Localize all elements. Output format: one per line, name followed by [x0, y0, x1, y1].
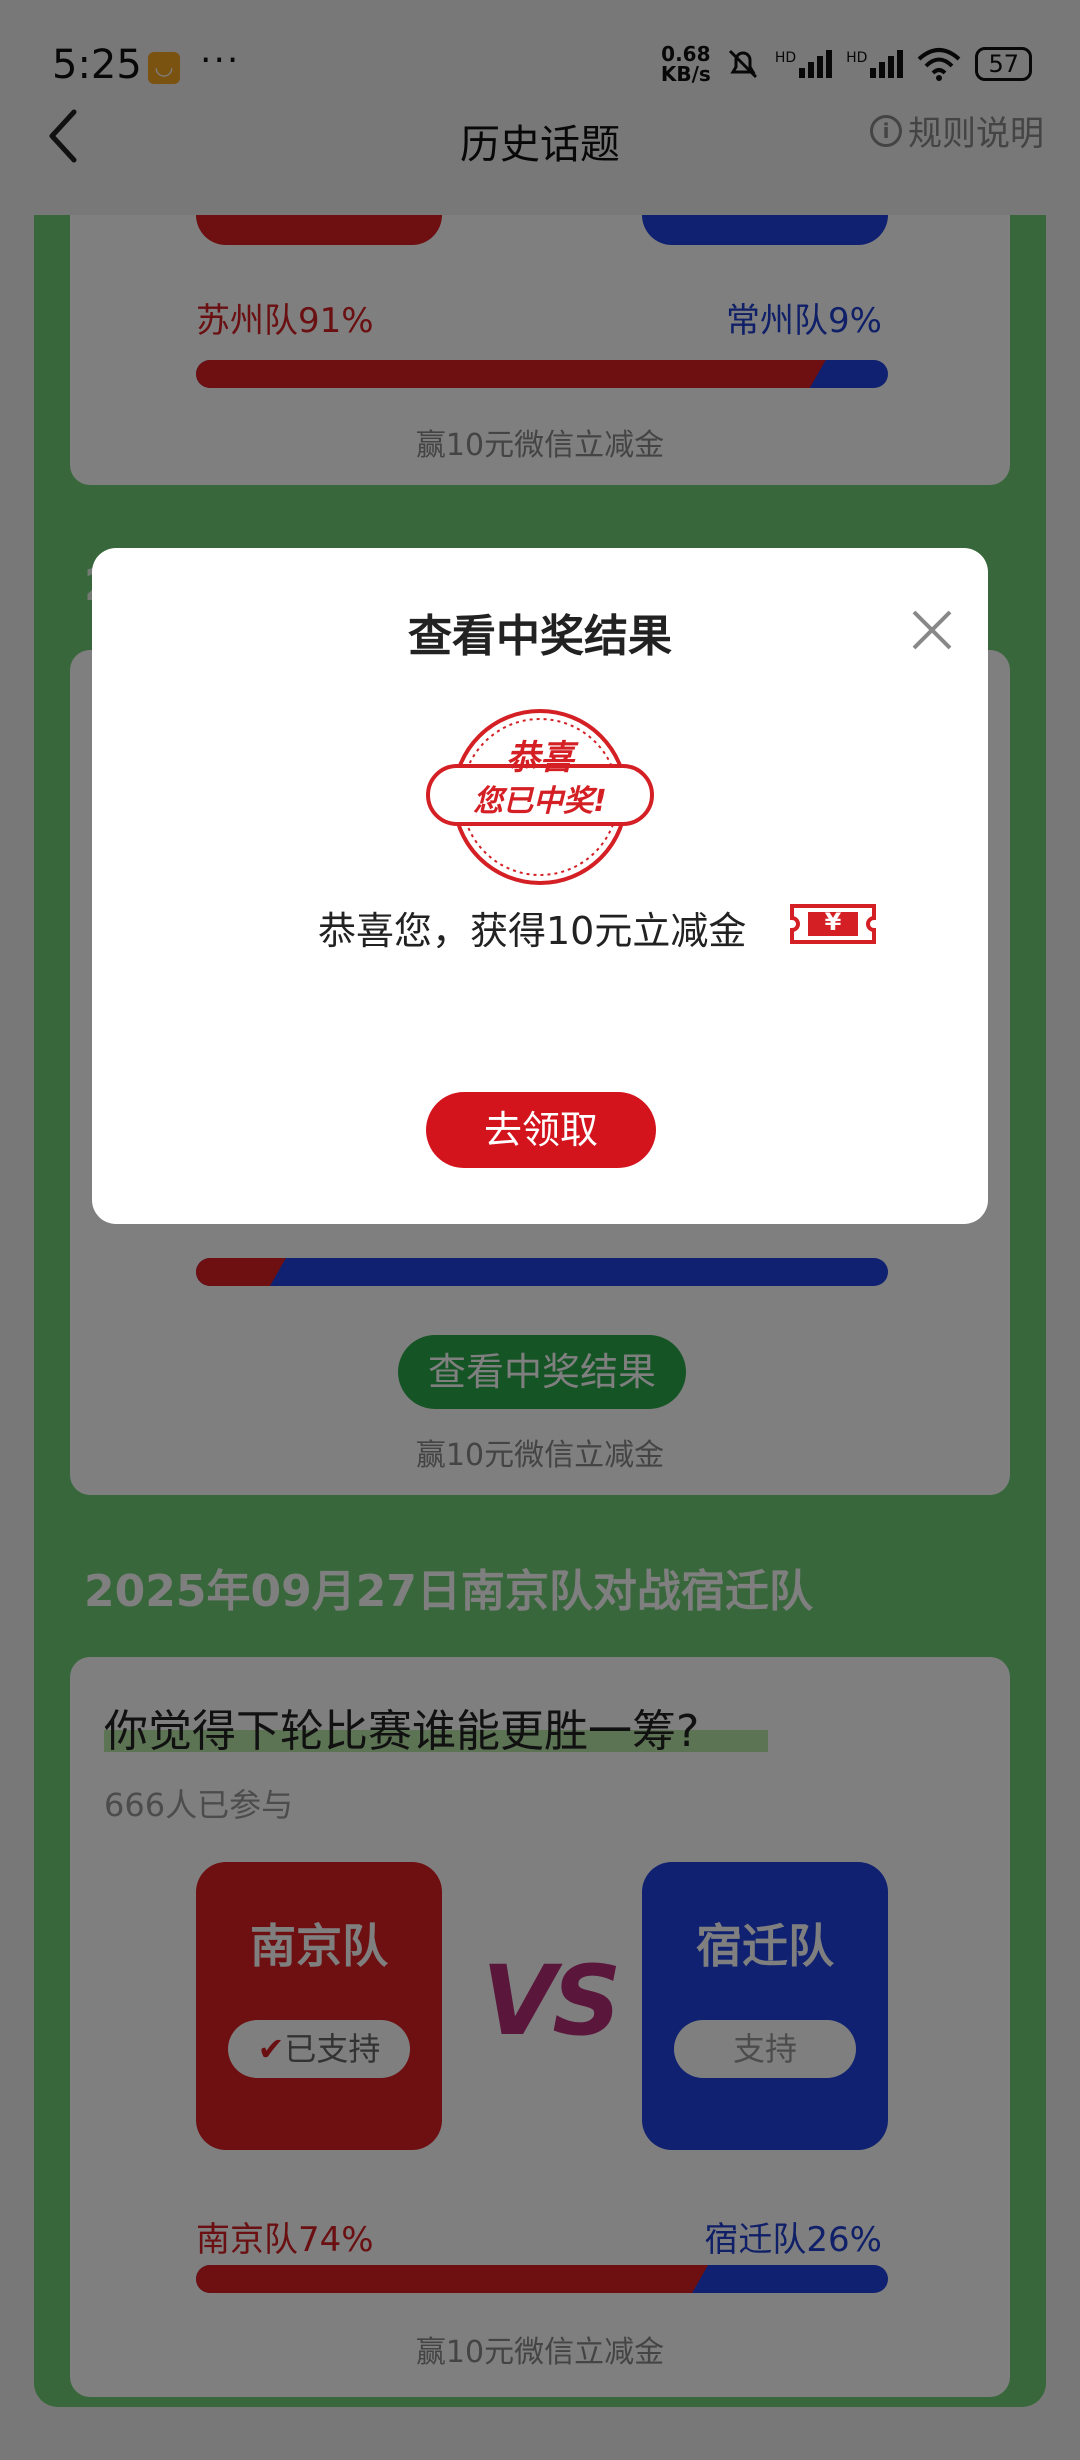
modal-backdrop[interactable]: [0, 0, 1080, 2460]
close-icon[interactable]: [906, 604, 958, 656]
stamp-bottom-text: 您已中奖!: [473, 784, 607, 819]
award-message: 恭喜您，获得10元立减金: [318, 909, 747, 953]
stamp-top-text: 恭喜: [506, 738, 574, 778]
prize-result-modal: 查看中奖结果 恭喜 您已中奖! 恭喜您，获得10元立减金 ¥ 去领取: [92, 548, 988, 1224]
claim-button[interactable]: 去领取: [426, 1092, 656, 1168]
coupon-symbol: ¥: [824, 908, 842, 936]
coupon-icon: ¥: [788, 902, 878, 946]
modal-title: 查看中奖结果: [408, 611, 672, 662]
winner-stamp-icon: 恭喜 您已中奖!: [426, 706, 654, 888]
